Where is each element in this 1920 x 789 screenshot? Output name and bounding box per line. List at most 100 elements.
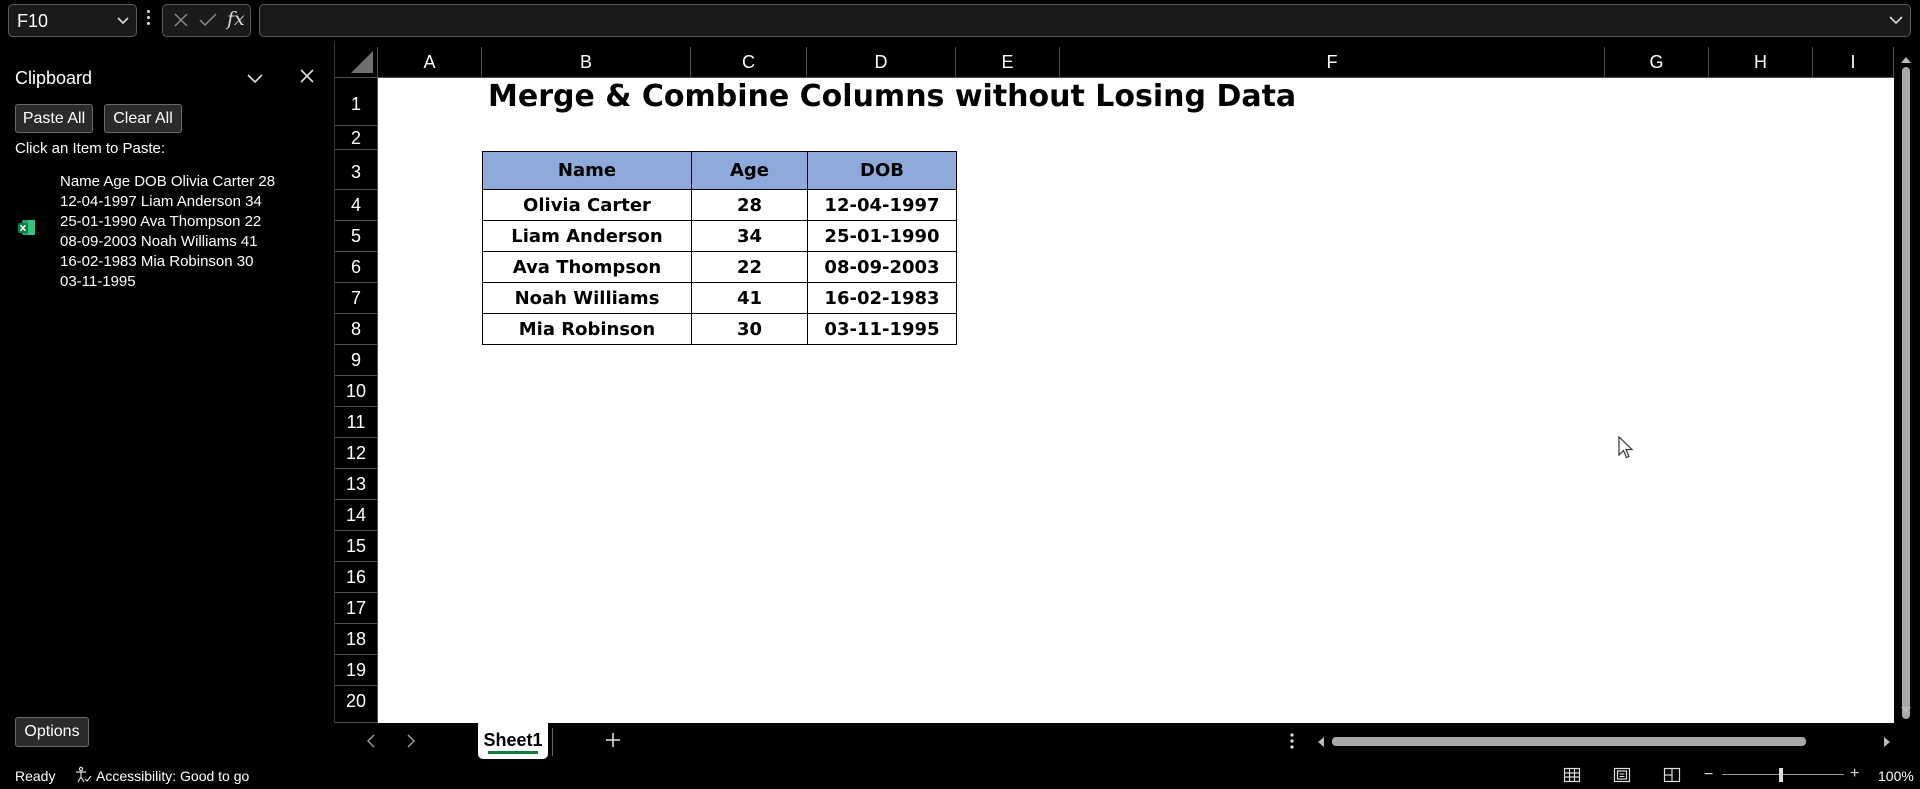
column-header-h[interactable]: H (1709, 47, 1813, 78)
column-header-d[interactable]: D (807, 47, 956, 78)
row-header-17[interactable]: 17 (335, 593, 378, 624)
accessibility-status[interactable]: Accessibility: Good to go (96, 768, 249, 784)
table-cell[interactable]: 28 (691, 189, 808, 221)
clipboard-hint: Click an Item to Paste: (15, 140, 166, 157)
row-header-9[interactable]: 9 (335, 345, 378, 376)
data-table: Name Age DOB Olivia Carter 28 12-04-1997… (482, 151, 957, 345)
clipboard-item[interactable]: Name Age DOB Olivia Carter 28 12-04-1997… (10, 168, 325, 290)
row-header-19[interactable]: 19 (335, 655, 378, 686)
zoom-out-icon[interactable]: − (1704, 766, 1713, 784)
row-header-16[interactable]: 16 (335, 562, 378, 593)
row-header-15[interactable]: 15 (335, 531, 378, 562)
page-break-preview-icon[interactable] (1663, 766, 1681, 787)
table-cell[interactable]: 03-11-1995 (807, 313, 957, 345)
paste-all-button[interactable]: Paste All (15, 104, 93, 133)
table-row: Mia Robinson 30 03-11-1995 (482, 313, 957, 345)
worksheet-grid[interactable]: Merge & Combine Columns without Losing D… (378, 78, 1894, 723)
clipboard-item-line: 16-02-1983 Mia Robinson 30 (60, 253, 254, 270)
table-cell[interactable]: 30 (691, 313, 808, 345)
normal-view-icon[interactable] (1563, 766, 1581, 787)
more-options-icon[interactable] (1290, 733, 1294, 754)
row-header-8[interactable]: 8 (335, 314, 378, 345)
sheet-tabs-bar: Sheet1 (334, 723, 1920, 761)
column-header-e[interactable]: E (956, 47, 1060, 78)
clear-all-button[interactable]: Clear All (104, 104, 182, 133)
table-header-cell[interactable]: DOB (807, 151, 957, 190)
column-header-i[interactable]: I (1813, 47, 1894, 78)
clipboard-item-text: Name Age DOB Olivia Carter 28 12-04-1997… (60, 172, 300, 292)
scroll-left-icon[interactable] (1316, 735, 1326, 753)
table-header-cell[interactable]: Age (691, 151, 808, 190)
row-header-14[interactable]: 14 (335, 500, 378, 531)
select-all-button[interactable] (335, 47, 378, 78)
clipboard-pane: Clipboard Paste All Clear All Click an I… (0, 42, 334, 761)
column-header-g[interactable]: G (1605, 47, 1709, 78)
table-cell[interactable]: 41 (691, 282, 808, 314)
clipboard-item-line: 03-11-1995 (60, 273, 136, 290)
row-header-5[interactable]: 5 (335, 221, 378, 252)
name-box-value: F10 (17, 11, 49, 31)
row-header-6[interactable]: 6 (335, 252, 378, 283)
scroll-down-icon[interactable] (1900, 702, 1912, 720)
zoom-slider-thumb[interactable] (1779, 768, 1783, 782)
zoom-slider[interactable] (1722, 774, 1844, 775)
pane-options-chevron-icon[interactable] (245, 68, 265, 93)
tab-sheet1[interactable]: Sheet1 (478, 723, 548, 759)
formula-input[interactable] (259, 4, 1911, 37)
row-header-2[interactable]: 2 (335, 126, 378, 150)
table-cell[interactable]: Mia Robinson (482, 313, 692, 345)
row-header-18[interactable]: 18 (335, 624, 378, 655)
column-header-c[interactable]: C (691, 47, 807, 78)
table-row: Olivia Carter 28 12-04-1997 (482, 189, 957, 221)
row-header-13[interactable]: 13 (335, 469, 378, 500)
zoom-in-icon[interactable]: + (1850, 765, 1859, 783)
add-sheet-icon[interactable] (604, 731, 622, 754)
vertical-scrollbar[interactable] (1894, 47, 1920, 723)
table-cell[interactable]: 34 (691, 220, 808, 252)
table-header-row: Name Age DOB (482, 151, 957, 190)
accessibility-icon[interactable] (74, 766, 92, 787)
row-header-12[interactable]: 12 (335, 438, 378, 469)
column-header-f[interactable]: F (1060, 47, 1605, 78)
more-options-icon[interactable] (145, 10, 151, 30)
chevron-right-icon[interactable] (404, 732, 418, 755)
mouse-pointer-icon (1618, 435, 1634, 465)
sheet-title[interactable]: Merge & Combine Columns without Losing D… (488, 79, 1296, 114)
row-header-11[interactable]: 11 (335, 407, 378, 438)
table-cell[interactable]: 22 (691, 251, 808, 283)
scroll-right-icon[interactable] (1882, 735, 1892, 753)
column-header-b[interactable]: B (482, 47, 691, 78)
row-header-4[interactable]: 4 (335, 190, 378, 221)
horizontal-scroll-thumb[interactable] (1332, 737, 1806, 746)
table-cell[interactable]: Olivia Carter (482, 189, 692, 221)
vertical-scroll-thumb[interactable] (1902, 67, 1910, 719)
enter-icon[interactable] (197, 10, 219, 35)
chevron-down-icon[interactable] (116, 13, 130, 32)
tab-label: Sheet1 (483, 730, 543, 750)
row-header-3[interactable]: 3 (335, 150, 378, 190)
cancel-icon[interactable] (171, 10, 191, 35)
status-bar: Ready Accessibility: Good to go − + 100% (0, 761, 1920, 789)
table-cell[interactable]: Noah Williams (482, 282, 692, 314)
name-box[interactable]: F10 (8, 4, 137, 37)
expand-formula-bar-icon[interactable] (1888, 13, 1904, 32)
table-cell[interactable]: Ava Thompson (482, 251, 692, 283)
table-cell[interactable]: 12-04-1997 (807, 189, 957, 221)
table-cell[interactable]: 08-09-2003 (807, 251, 957, 283)
table-header-cell[interactable]: Name (482, 151, 692, 190)
status-ready: Ready (15, 768, 56, 784)
row-header-20[interactable]: 20 (335, 686, 378, 723)
column-header-a[interactable]: A (378, 47, 482, 78)
table-cell[interactable]: 25-01-1990 (807, 220, 957, 252)
insert-function-icon[interactable]: fx (227, 8, 245, 30)
options-button[interactable]: Options (15, 717, 89, 747)
zoom-level[interactable]: 100% (1878, 768, 1914, 784)
table-cell[interactable]: Liam Anderson (482, 220, 692, 252)
close-icon[interactable] (298, 67, 316, 90)
page-layout-view-icon[interactable] (1613, 766, 1631, 787)
row-header-1[interactable]: 1 (335, 78, 378, 126)
chevron-left-icon[interactable] (364, 732, 378, 755)
row-header-7[interactable]: 7 (335, 283, 378, 314)
row-header-10[interactable]: 10 (335, 376, 378, 407)
table-cell[interactable]: 16-02-1983 (807, 282, 957, 314)
